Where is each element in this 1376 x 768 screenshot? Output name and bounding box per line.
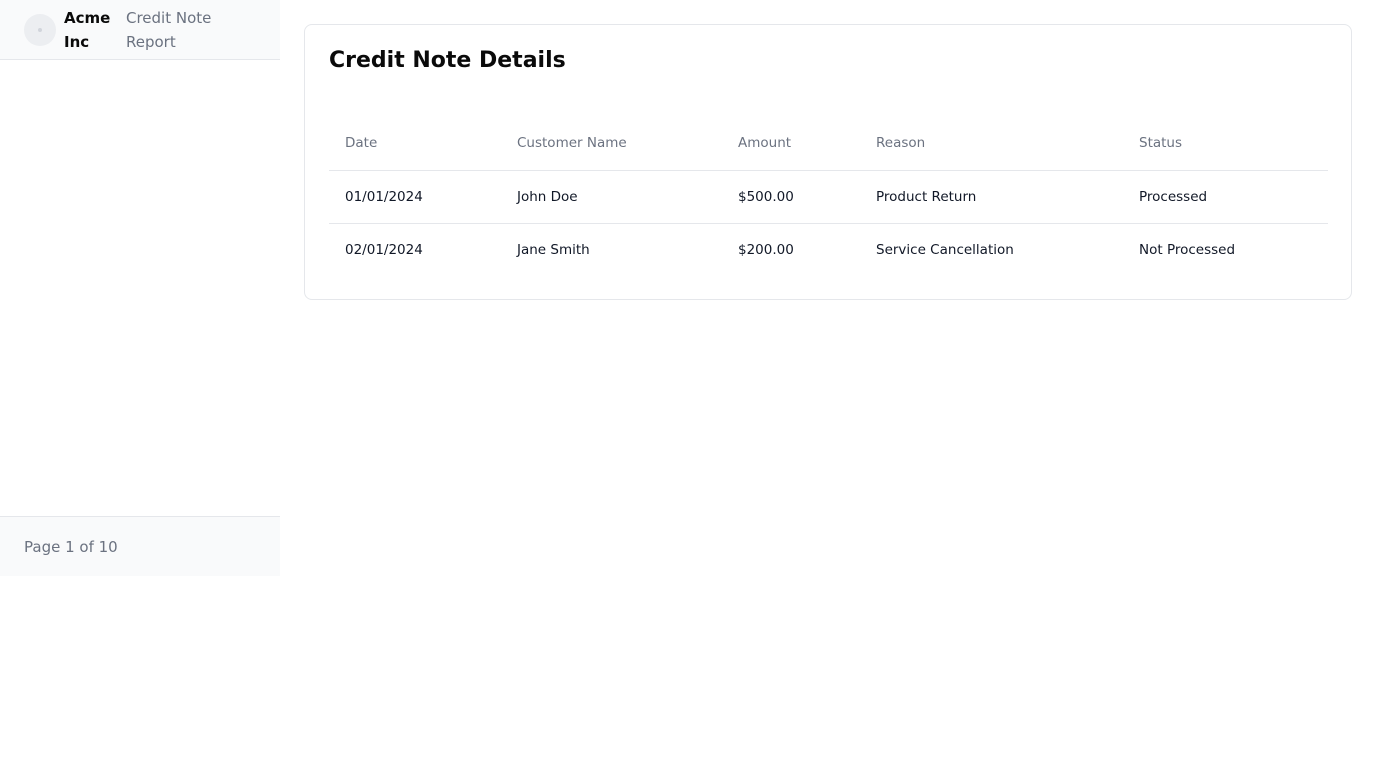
cell-reason: Service Cancellation	[876, 241, 1014, 258]
cell-amount: $500.00	[722, 170, 860, 224]
cell-reason: Product Return	[860, 170, 1123, 224]
cell-date: 01/01/2024	[329, 170, 501, 224]
avatar[interactable]	[24, 14, 56, 46]
column-header-reason[interactable]: Reason	[860, 117, 1123, 171]
table-row[interactable]: 01/01/2024 John Doe $500.00 Product Retu…	[329, 170, 1328, 224]
cell-customer-name: John Doe	[501, 170, 722, 224]
page-indicator: Page 1 of 10	[24, 538, 118, 556]
company-name: Acme Inc	[64, 9, 111, 51]
sidebar-header: Acme Inc Credit Note Report	[0, 0, 280, 60]
sidebar: Acme Inc Credit Note Report Page 1 of 10	[0, 0, 280, 576]
cell-customer-name: Jane Smith	[517, 241, 590, 258]
column-header-customer-name[interactable]: Customer Name	[501, 117, 722, 171]
credit-note-table: Date Customer Name Amount Reason Status …	[329, 117, 1328, 276]
column-header-date[interactable]: Date	[329, 117, 501, 171]
card-title: Credit Note Details	[329, 48, 566, 73]
column-header-amount[interactable]: Amount	[722, 117, 860, 171]
credit-note-card: Credit Note Details Date Customer Name A…	[304, 24, 1352, 300]
table-header-row: Date Customer Name Amount Reason Status	[329, 117, 1328, 171]
cell-status: Processed	[1123, 170, 1328, 224]
cell-amount: $200.00	[738, 241, 794, 258]
cell-date: 02/01/2024	[345, 241, 423, 258]
table-row[interactable]: 02/01/2024 Jane Smith $200.00 Service Ca…	[329, 223, 1328, 276]
sidebar-footer: Page 1 of 10	[0, 516, 280, 576]
avatar-placeholder-icon	[38, 28, 42, 32]
report-name: Credit Note Report	[126, 9, 212, 51]
column-header-status[interactable]: Status	[1123, 117, 1328, 171]
cell-status: Not Processed	[1139, 241, 1236, 258]
